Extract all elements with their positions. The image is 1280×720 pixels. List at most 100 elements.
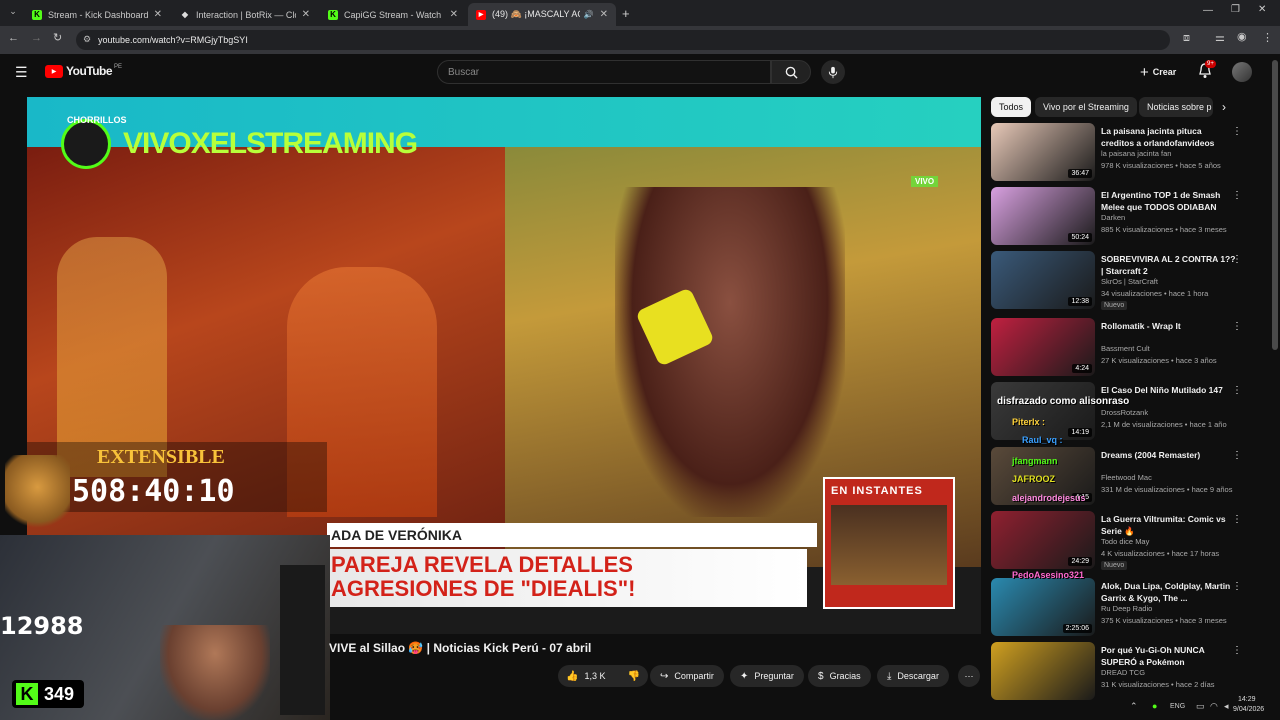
- new-tab-button[interactable]: +: [622, 6, 630, 21]
- chevron-up-icon[interactable]: ⌃: [1130, 701, 1138, 712]
- more-options-icon[interactable]: ⋮: [1232, 450, 1242, 461]
- more-options-icon[interactable]: ⋮: [1232, 190, 1242, 201]
- video-thumbnail[interactable]: 4:24: [991, 318, 1095, 376]
- channel-name[interactable]: la paisana jacinta fan: [1101, 149, 1171, 158]
- recommendation-item[interactable]: 12:38 SOBREVIVIRA AL 2 CONTRA 1?? | Starc…: [991, 251, 1246, 313]
- video-thumbnail[interactable]: 24:29: [991, 511, 1095, 569]
- recommendation-title[interactable]: El Caso Del Niño Mutilado 147: [1101, 384, 1236, 396]
- search-button[interactable]: [771, 60, 811, 84]
- video-thumbnail[interactable]: 36:47: [991, 123, 1095, 181]
- thanks-button[interactable]: $ Gracias: [808, 665, 871, 687]
- video-meta: 34 visualizaciones • hace 1 hora: [1101, 289, 1209, 298]
- chip-noticias[interactable]: Noticias sobre p: [1139, 97, 1213, 117]
- microphone-tray-icon[interactable]: ●: [1152, 701, 1157, 711]
- recommendation-title[interactable]: Alok, Dua Lipa, Coldplay, Martin Garrix …: [1101, 580, 1236, 604]
- download-button[interactable]: ⤓ Descargar: [877, 665, 949, 687]
- close-icon[interactable]: ✕: [302, 9, 310, 20]
- extensions-icon[interactable]: ⧈: [1183, 33, 1190, 44]
- speaker-icon[interactable]: 🔊: [584, 10, 594, 19]
- maximize-icon[interactable]: ❐: [1231, 4, 1240, 15]
- avatar[interactable]: [1232, 62, 1252, 82]
- thanks-icon: $: [818, 670, 824, 682]
- close-window-icon[interactable]: ✕: [1258, 4, 1266, 15]
- download-label: Descargar: [897, 671, 939, 681]
- sidebar-icon[interactable]: ⚌: [1215, 33, 1225, 44]
- more-options-icon[interactable]: ⋮: [1232, 581, 1242, 592]
- chip-vivo[interactable]: Vivo por el Streaming: [1035, 97, 1137, 117]
- more-options-icon[interactable]: ⋮: [1232, 645, 1242, 656]
- back-icon[interactable]: ←: [8, 33, 19, 44]
- tab-botrix[interactable]: ◆ Interaction | BotRix — Cloud St ✕: [172, 3, 318, 26]
- notifications-button[interactable]: 9+: [1198, 60, 1216, 84]
- recommendation-title[interactable]: Por qué Yu-Gi-Oh NUNCA SUPERÓ a Pokémon: [1101, 644, 1236, 668]
- share-button[interactable]: ↪ Compartir: [650, 665, 724, 687]
- more-options-icon[interactable]: ⋮: [1232, 321, 1242, 332]
- video-thumbnail[interactable]: 12:38: [991, 251, 1095, 309]
- language-indicator[interactable]: ENG: [1170, 703, 1185, 710]
- address-bar[interactable]: ⚙ youtube.com/watch?v=RMGjyTbgSYI: [76, 30, 1170, 50]
- tab-search-icon[interactable]: ⌄: [6, 6, 20, 20]
- video-thumbnail[interactable]: [991, 642, 1095, 700]
- scrollbar[interactable]: [1272, 60, 1278, 350]
- recommendation-item[interactable]: 4:24 Rollomatik - Wrap It Bassment Cult 27 …: [991, 318, 1246, 380]
- video-meta: 31 K visualizaciones • hace 2 días: [1101, 680, 1215, 689]
- recommendation-title[interactable]: Rollomatik - Wrap It: [1101, 320, 1236, 332]
- clock-date[interactable]: 9/04/2026: [1233, 706, 1264, 713]
- search-input[interactable]: Buscar: [437, 60, 771, 84]
- recommendation-title[interactable]: Dreams (2004 Remaster): [1101, 449, 1236, 461]
- recommendation-item[interactable]: 2:25:06 Alok, Dua Lipa, Coldplay, Martin …: [991, 578, 1246, 640]
- recommendation-item[interactable]: 36:47 La paisana jacinta pituca creditos …: [991, 123, 1246, 185]
- video-thumbnail[interactable]: 2:25:06: [991, 578, 1095, 636]
- more-actions-button[interactable]: ⋯: [958, 665, 980, 687]
- tab-youtube[interactable]: ▶ (49) 🙈 ¡MASCALY AGACH 🔊 ✕: [468, 3, 616, 26]
- live-badge: VIVO: [911, 176, 939, 187]
- tab-kick-dashboard[interactable]: K Stream - Kick Dashboard ✕: [24, 3, 170, 26]
- profile-icon[interactable]: ◉: [1237, 32, 1247, 43]
- wifi-icon[interactable]: ◠: [1210, 701, 1218, 712]
- recommendation-item[interactable]: Por qué Yu-Gi-Oh NUNCA SUPERÓ a Pokémon D…: [991, 642, 1246, 704]
- channel-name[interactable]: DrossRotzank: [1101, 408, 1148, 417]
- clock-time[interactable]: 14:29: [1238, 696, 1256, 703]
- channel-name[interactable]: Ru Deep Radio: [1101, 604, 1152, 613]
- minimize-icon[interactable]: —: [1203, 5, 1213, 16]
- more-options-icon[interactable]: ⋮: [1232, 385, 1242, 396]
- recommendation-item[interactable]: 50:24 El Argentino TOP 1 de Smash Melee q…: [991, 187, 1246, 249]
- like-button[interactable]: 👍 1,3 K 👎: [558, 665, 648, 687]
- recommendation-item[interactable]: 24:29 La Guerra Viltrumita: Comic vs Seri…: [991, 511, 1246, 573]
- create-button[interactable]: + Crear: [1134, 62, 1182, 82]
- more-options-icon[interactable]: ⋮: [1232, 126, 1242, 137]
- video-thumbnail[interactable]: 50:24: [991, 187, 1095, 245]
- channel-name[interactable]: Todo dice May: [1101, 537, 1149, 546]
- more-options-icon[interactable]: ⋮: [1232, 514, 1242, 525]
- thumbs-down-icon[interactable]: 👎: [628, 671, 640, 682]
- video-meta: 2,1 M de visualizaciones • hace 1 año: [1101, 420, 1227, 429]
- chip-all[interactable]: Todos: [991, 97, 1032, 117]
- youtube-logo[interactable]: ▶ YouTube PE: [45, 64, 122, 78]
- hamburger-menu-icon[interactable]: ☰: [15, 64, 28, 81]
- site-info-icon[interactable]: ⚙: [83, 34, 91, 45]
- voice-search-button[interactable]: [821, 60, 845, 84]
- video-thumbnail[interactable]: 14:19: [991, 382, 1095, 440]
- chevron-right-icon[interactable]: ›: [1222, 100, 1226, 114]
- reload-icon[interactable]: ↻: [53, 33, 62, 44]
- close-icon[interactable]: ✕: [600, 9, 608, 20]
- close-icon[interactable]: ✕: [154, 9, 162, 20]
- forward-icon[interactable]: →: [31, 33, 42, 44]
- recommendation-title[interactable]: El Argentino TOP 1 de Smash Melee que TO…: [1101, 189, 1236, 213]
- monitor-icon[interactable]: ▭: [1196, 701, 1205, 712]
- volume-icon[interactable]: ◂: [1224, 701, 1229, 712]
- recommendation-title[interactable]: La Guerra Viltrumita: Comic vs Serie 🔥: [1101, 513, 1236, 537]
- channel-name[interactable]: Bassment Cult: [1101, 344, 1150, 353]
- recommendation-title[interactable]: La paisana jacinta pituca creditos a orl…: [1101, 125, 1236, 149]
- menu-icon[interactable]: ⋮: [1262, 33, 1273, 44]
- channel-name[interactable]: Darken: [1101, 213, 1125, 222]
- recommendation-title[interactable]: SOBREVIVIRA AL 2 CONTRA 1?? | Starcraft …: [1101, 253, 1236, 277]
- channel-name[interactable]: Fleetwood Mac: [1101, 473, 1152, 482]
- channel-name[interactable]: DREAD TCG: [1101, 668, 1145, 677]
- close-icon[interactable]: ✕: [450, 9, 458, 20]
- tab-capigg[interactable]: K CapiGG Stream - Watch Live on ✕: [320, 3, 466, 26]
- more-options-icon[interactable]: ⋮: [1232, 254, 1242, 265]
- ask-button[interactable]: ✦ Preguntar: [730, 665, 804, 687]
- channel-name[interactable]: SkrOs | StarCraft: [1101, 277, 1158, 286]
- video-meta: 375 K visualizaciones • hace 3 meses: [1101, 616, 1227, 625]
